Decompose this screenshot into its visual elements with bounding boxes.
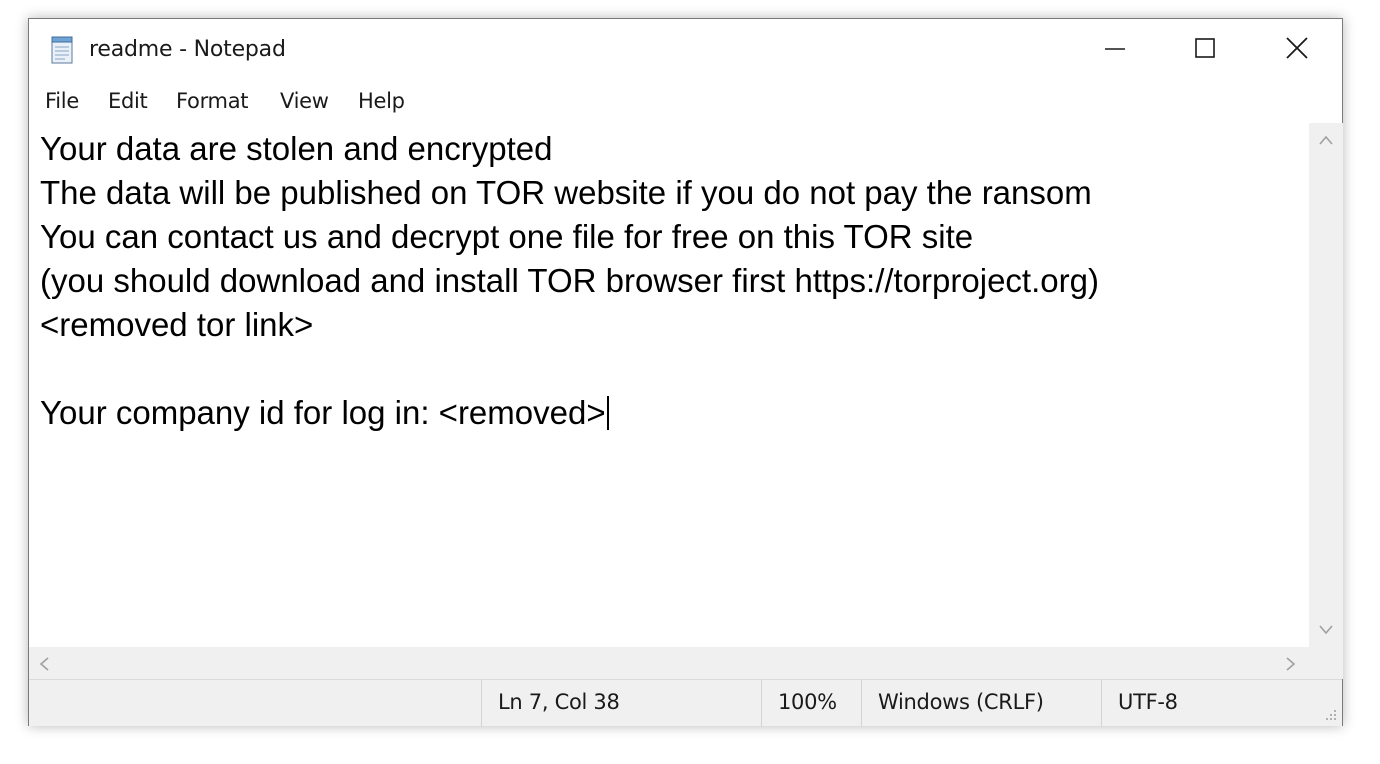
menu-format[interactable]: Format (176, 89, 249, 113)
text-line-last: Your company id for log in: <removed> (40, 391, 1309, 435)
text-line: You can contact us and decrypt one file … (40, 218, 974, 255)
scroll-down-icon[interactable] (1318, 623, 1334, 641)
menu-edit[interactable]: Edit (108, 89, 148, 113)
resize-grip-icon[interactable] (1322, 706, 1338, 722)
close-button[interactable] (1251, 19, 1343, 81)
status-line-ending: Windows (CRLF) (861, 680, 1101, 727)
text-line: Your data are stolen and encrypted (40, 130, 553, 167)
text-editor[interactable]: Your data are stolen and encrypted The d… (29, 123, 1309, 647)
status-encoding: UTF-8 (1101, 680, 1301, 727)
status-position: Ln 7, Col 38 (481, 680, 761, 727)
status-bar: Ln 7, Col 38 100% Windows (CRLF) UTF-8 (29, 679, 1342, 727)
text-line (40, 347, 1309, 391)
scroll-left-icon[interactable] (38, 656, 50, 677)
maximize-icon (1193, 36, 1217, 65)
close-icon (1285, 36, 1309, 65)
maximize-button[interactable] (1159, 19, 1251, 81)
text-line: (you should download and install TOR bro… (40, 262, 1099, 299)
last-line-text: Your company id for log in: <removed> (40, 394, 606, 431)
minimize-icon (1103, 36, 1127, 65)
scroll-up-icon[interactable] (1318, 133, 1334, 151)
scrollbar-corner (1309, 647, 1343, 679)
title-bar[interactable]: readme - Notepad (29, 19, 1342, 83)
menu-bar: File Edit Format View Help (29, 83, 1342, 121)
horizontal-scrollbar[interactable] (29, 647, 1309, 679)
menu-view[interactable]: View (280, 89, 329, 113)
menu-help[interactable]: Help (358, 89, 405, 113)
status-zoom: 100% (761, 680, 861, 727)
notepad-window: readme - Notepad File Edit Format View H… (28, 18, 1343, 727)
text-line: The data will be published on TOR websit… (40, 174, 1092, 211)
notepad-icon (48, 35, 78, 65)
menu-file[interactable]: File (45, 89, 79, 113)
text-line: <removed tor link> (40, 306, 314, 343)
scroll-right-icon[interactable] (1285, 656, 1297, 677)
vertical-scrollbar[interactable] (1309, 123, 1343, 647)
minimize-button[interactable] (1069, 19, 1161, 81)
text-caret (606, 396, 609, 430)
window-title: readme - Notepad (89, 37, 286, 62)
